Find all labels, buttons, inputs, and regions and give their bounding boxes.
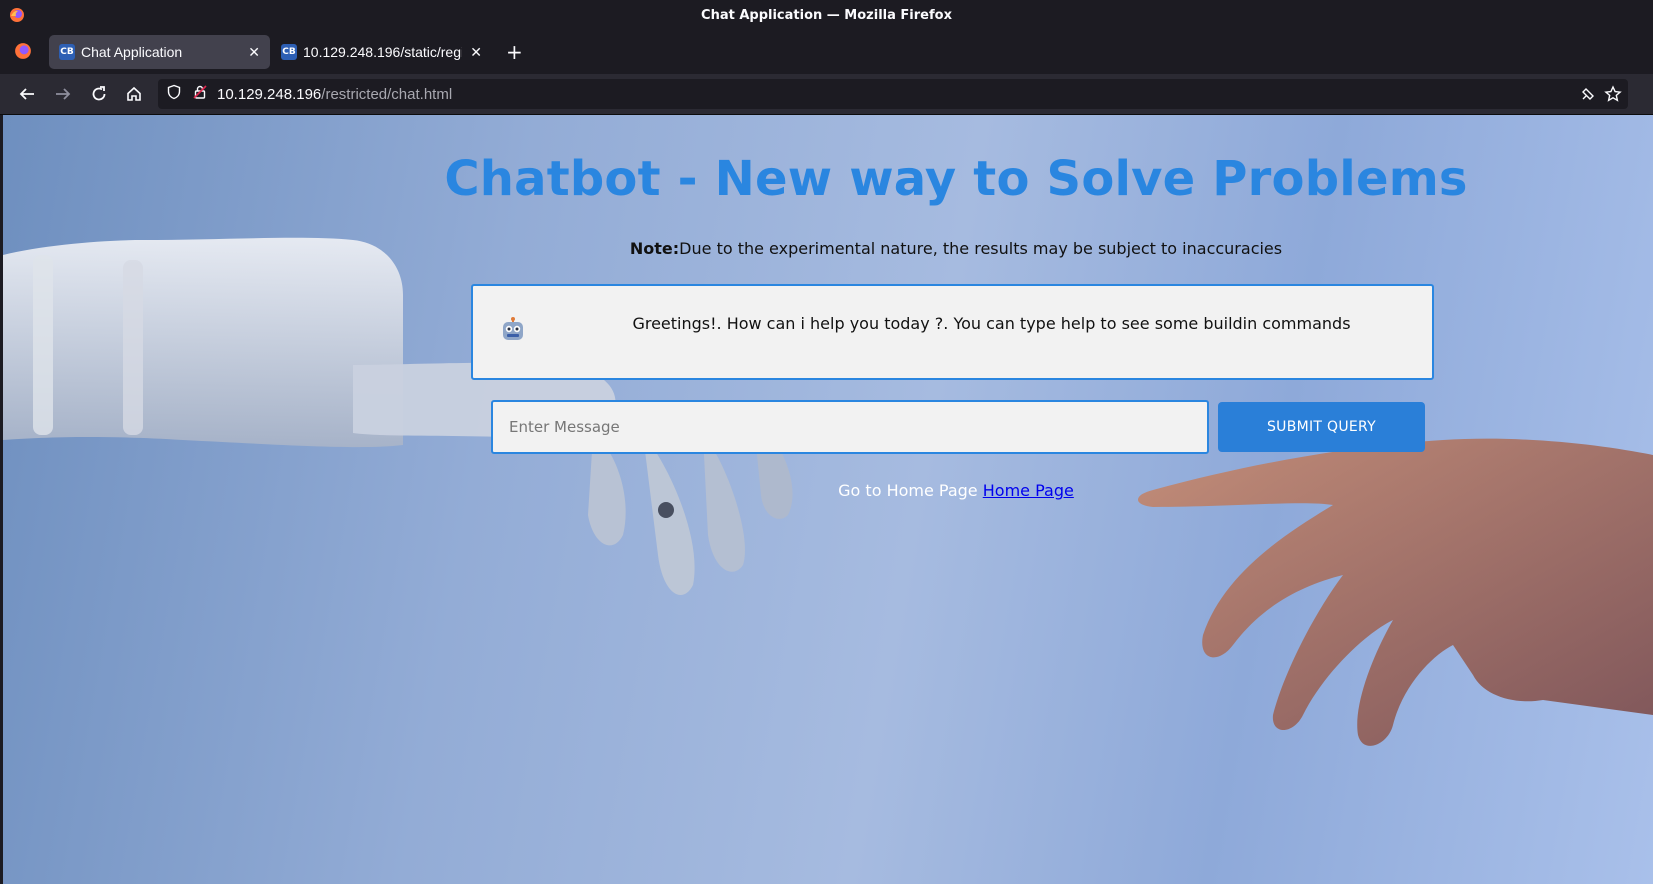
url-host: 10.129.248.196 bbox=[217, 85, 322, 103]
page-title: Chatbot - New way to Solve Problems bbox=[444, 151, 1468, 207]
new-tab-plus-icon[interactable]: + bbox=[506, 42, 523, 62]
tracking-shield-icon[interactable] bbox=[166, 84, 182, 104]
tab-strip: CB Chat Application ✕ CB 10.129.248.196/… bbox=[0, 30, 1653, 74]
message-input[interactable] bbox=[491, 400, 1209, 454]
forward-arrow-icon[interactable] bbox=[52, 83, 74, 105]
insecure-lock-icon[interactable] bbox=[192, 84, 208, 104]
submit-query-button[interactable]: SUBMIT QUERY bbox=[1218, 402, 1425, 452]
tab-label: Chat Application bbox=[81, 44, 183, 60]
page-content: Chatbot - New way to Solve Problems Note… bbox=[3, 115, 1653, 884]
back-arrow-icon[interactable] bbox=[16, 83, 38, 105]
reload-icon[interactable] bbox=[88, 83, 110, 105]
tab-chat-application[interactable]: CB Chat Application ✕ bbox=[49, 35, 270, 69]
url-path: /restricted/chat.html bbox=[321, 85, 453, 103]
nav-toolbar: 10.129.248.196/restricted/chat.html bbox=[0, 74, 1653, 115]
window-titlebar: Chat Application — Mozilla Firefox bbox=[0, 0, 1653, 30]
tab-close-icon[interactable]: ✕ bbox=[248, 44, 260, 61]
url-bar[interactable]: 10.129.248.196/restricted/chat.html bbox=[158, 79, 1628, 109]
bot-message: Greetings!. How can i help you today ?. … bbox=[632, 314, 1351, 333]
tab-favicon: CB bbox=[281, 44, 297, 60]
home-page-line: Go to Home Page Home Page bbox=[3, 481, 1653, 500]
tab-favicon: CB bbox=[59, 44, 75, 60]
window-title: Chat Application — Mozilla Firefox bbox=[701, 7, 952, 23]
extension-icon[interactable] bbox=[1580, 86, 1596, 106]
note-text: Note:Due to the experimental nature, the… bbox=[3, 239, 1653, 258]
firefox-logo-icon bbox=[9, 7, 25, 27]
home-page-link[interactable]: Home Page bbox=[983, 481, 1074, 500]
chat-log: Greetings!. How can i help you today ?. … bbox=[471, 284, 1434, 380]
note-label: Note: bbox=[629, 239, 680, 258]
bookmark-star-icon[interactable] bbox=[1604, 85, 1622, 107]
tab-label: 10.129.248.196/static/register.html bbox=[303, 44, 463, 60]
home-page-prefix: Go to Home Page bbox=[838, 481, 978, 500]
tab-register[interactable]: CB 10.129.248.196/static/register.html ✕ bbox=[271, 35, 492, 69]
tab-close-icon[interactable]: ✕ bbox=[470, 44, 482, 61]
firefox-view-icon[interactable] bbox=[14, 42, 32, 64]
home-icon[interactable] bbox=[123, 83, 145, 105]
url-text[interactable]: 10.129.248.196/restricted/chat.html bbox=[217, 86, 452, 103]
note-body: Due to the experimental nature, the resu… bbox=[679, 239, 1283, 258]
